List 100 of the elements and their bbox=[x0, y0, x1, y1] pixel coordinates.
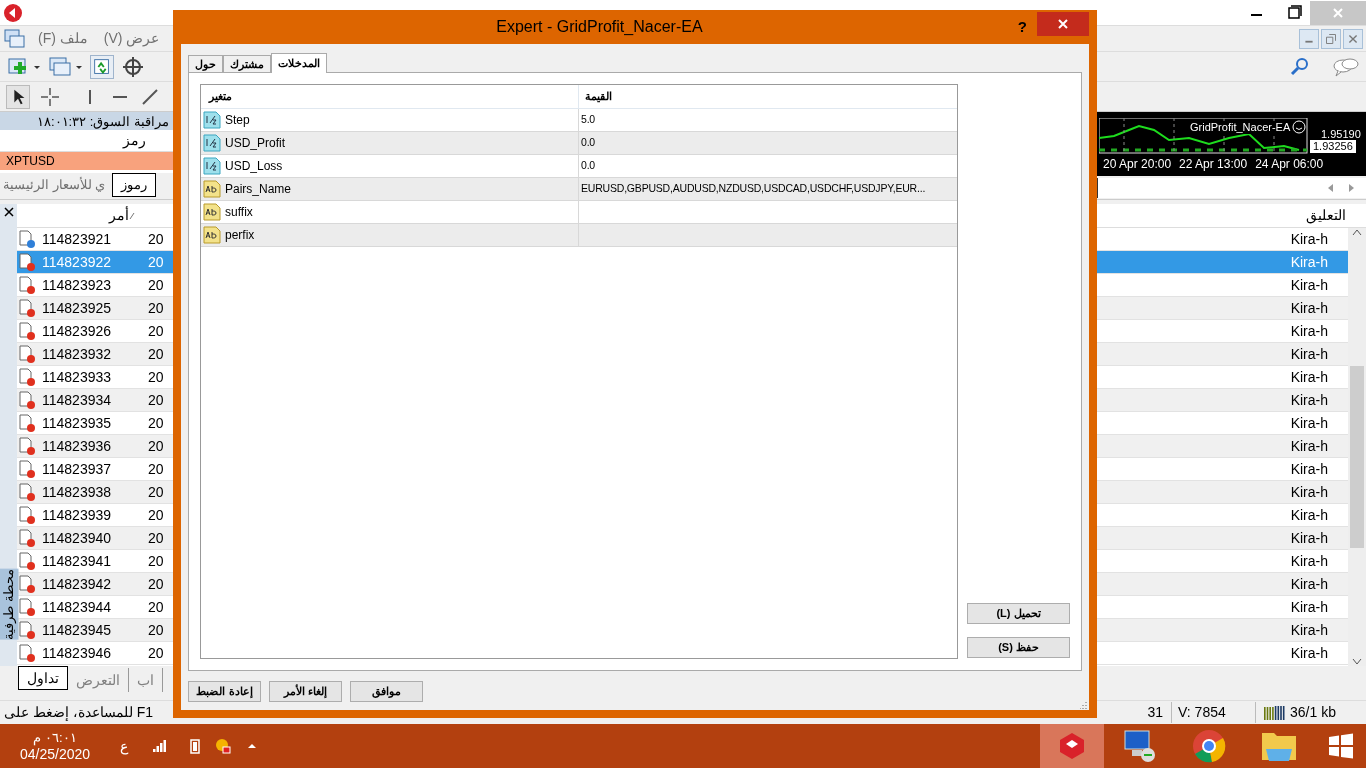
scroll-up-icon[interactable] bbox=[1352, 228, 1362, 236]
order-number: 114823940 bbox=[41, 528, 113, 548]
order-number: 114823922 bbox=[41, 252, 113, 272]
column-header[interactable]: القيمة bbox=[579, 85, 957, 108]
tab[interactable]: ي للأسعار الرئيسية bbox=[0, 173, 109, 197]
language-indicator[interactable]: ع bbox=[120, 735, 128, 757]
signal-icon[interactable] bbox=[153, 740, 167, 752]
comment-cell-text: Kira-h bbox=[1290, 482, 1328, 502]
comment-cell-text: Kira-h bbox=[1290, 436, 1328, 456]
profiles-icon[interactable] bbox=[48, 55, 82, 78]
sort-icon bbox=[129, 211, 135, 220]
market-watch-icon[interactable] bbox=[90, 54, 114, 79]
parameter-row[interactable]: USD_Profit 0.0 bbox=[201, 132, 957, 155]
parameter-name: perfix bbox=[225, 227, 255, 244]
scroll-down-icon[interactable] bbox=[1352, 658, 1362, 666]
column-header[interactable]: التعليق bbox=[1306, 205, 1346, 226]
scroll-left-icon[interactable] bbox=[1326, 183, 1334, 193]
status-field: 36/1 kb bbox=[1286, 702, 1366, 723]
parameter-row[interactable]: perfix bbox=[201, 224, 957, 247]
table-cell-text: 20 bbox=[148, 551, 164, 571]
column-header[interactable]: أمر bbox=[17, 205, 129, 226]
comment-cell-text: Kira-h bbox=[1290, 459, 1328, 479]
comment-cell-text: Kira-h bbox=[1290, 344, 1328, 364]
help-button[interactable]: ? bbox=[1017, 15, 1027, 39]
parameter-row[interactable]: suffix bbox=[201, 201, 957, 224]
close-icon[interactable] bbox=[3, 207, 14, 217]
parameter-row[interactable]: Pairs_Name EURUSD,GBPUSD,AUDUSD,NZDUSD,USDCAD,USDCHF,USDJPY,EUR... bbox=[201, 178, 957, 201]
table-cell-text: 20 bbox=[148, 252, 164, 272]
menu-item[interactable]: عرض (V) bbox=[99, 28, 164, 49]
tab[interactable]: مشترك bbox=[223, 55, 271, 72]
table-cell-text: 20 bbox=[148, 528, 164, 548]
time-label: 24 Apr 06:00 bbox=[1255, 157, 1324, 171]
parameter-value[interactable]: 0.0 bbox=[581, 158, 595, 174]
comment-cell-text: Kira-h bbox=[1290, 229, 1328, 249]
table-cell-text: 20 bbox=[148, 620, 164, 640]
chart-window-icon bbox=[4, 28, 26, 49]
comment-cell-text: Kira-h bbox=[1290, 367, 1328, 387]
tab[interactable]: تداول bbox=[18, 666, 68, 690]
parameter-value[interactable]: 0.0 bbox=[581, 135, 595, 151]
order-number: 114823944 bbox=[41, 597, 113, 617]
resize-grip-icon[interactable] bbox=[1080, 701, 1088, 709]
table-cell-text: 20 bbox=[148, 298, 164, 318]
side-button[interactable]: حفظ (S) bbox=[967, 637, 1070, 658]
order-number: 114823932 bbox=[41, 344, 113, 364]
document-icon bbox=[19, 483, 32, 499]
remote-desktop-icon[interactable] bbox=[1122, 728, 1158, 764]
security-icon[interactable] bbox=[215, 738, 231, 754]
parameter-value[interactable]: 5.0 bbox=[581, 112, 595, 128]
order-number: 114823934 bbox=[41, 390, 113, 410]
windows-icon[interactable] bbox=[1328, 733, 1354, 759]
caret-up-icon[interactable] bbox=[247, 743, 257, 749]
scrollbar[interactable] bbox=[1348, 228, 1366, 666]
parameter-name: suffix bbox=[225, 204, 253, 221]
order-number: 114823923 bbox=[41, 275, 113, 295]
time-label: 20 Apr 20:00 bbox=[1103, 157, 1172, 171]
tab[interactable]: رموز bbox=[112, 173, 157, 197]
order-number: 114823942 bbox=[41, 574, 113, 594]
trend-line-icon[interactable] bbox=[140, 86, 160, 107]
parameter-value[interactable]: EURUSD,GBPUSD,AUDUSD,NZDUSD,USDCAD,USDCHF,USDJPY,EUR... bbox=[581, 181, 926, 197]
table-cell-text: 20 bbox=[148, 574, 164, 594]
document-icon bbox=[19, 391, 32, 407]
comment-cell-text: Kira-h bbox=[1290, 413, 1328, 433]
order-number: 114823938 bbox=[41, 482, 113, 502]
crosshair-icon[interactable] bbox=[40, 86, 60, 107]
app-logo-icon bbox=[1057, 731, 1087, 761]
browser-icon[interactable] bbox=[1192, 729, 1226, 763]
dialog-button[interactable]: إلغاء الأمر bbox=[269, 681, 342, 702]
comment-cell-text: Kira-h bbox=[1290, 620, 1328, 640]
parameter-name: USD_Profit bbox=[225, 135, 286, 152]
cursor-icon[interactable] bbox=[6, 84, 30, 109]
dialog-button[interactable]: موافق bbox=[350, 681, 423, 702]
side-button[interactable]: تحميل (L) bbox=[967, 603, 1070, 624]
scroll-thumb[interactable] bbox=[1350, 366, 1364, 548]
battery-icon[interactable] bbox=[189, 738, 201, 754]
table-cell-text: 20 bbox=[148, 597, 164, 617]
dialog-title: Expert - GridProfit_Nacer-EA bbox=[496, 18, 703, 35]
document-icon bbox=[19, 253, 32, 269]
parameter-row[interactable]: Step 5.0 bbox=[201, 109, 957, 132]
menu-item[interactable]: ملف (F) bbox=[34, 28, 92, 49]
order-number: 114823933 bbox=[41, 367, 113, 387]
panel-title: محطة طرفية bbox=[0, 569, 19, 640]
comment-cell-text: Kira-h bbox=[1290, 390, 1328, 410]
parameter-row[interactable]: USD_Loss 0.0 bbox=[201, 155, 957, 178]
order-number: 114823937 bbox=[41, 459, 113, 479]
table-cell-text: 20 bbox=[148, 643, 164, 663]
clock-date[interactable]: 04/25/2020 bbox=[19, 746, 91, 763]
symbol-row[interactable]: XPTUSD bbox=[0, 152, 173, 170]
tab[interactable]: حول bbox=[188, 55, 223, 72]
column-header[interactable]: متغير bbox=[201, 85, 579, 108]
document-icon bbox=[19, 299, 32, 315]
minimize-icon[interactable] bbox=[1299, 28, 1319, 49]
dialog-button[interactable]: إعادة الضبط bbox=[188, 681, 261, 702]
scroll-right-icon[interactable] bbox=[1348, 183, 1356, 193]
crosshair-icon[interactable] bbox=[122, 55, 144, 78]
tab[interactable]: المدخلات bbox=[271, 53, 327, 73]
comment-cell-text: Kira-h bbox=[1290, 321, 1328, 341]
chat-icon[interactable] bbox=[1332, 55, 1360, 78]
search-icon[interactable] bbox=[1290, 56, 1310, 77]
status-field: 31 bbox=[1147, 702, 1172, 723]
clock-time[interactable]: ٠٦:٠١ م bbox=[33, 729, 77, 746]
